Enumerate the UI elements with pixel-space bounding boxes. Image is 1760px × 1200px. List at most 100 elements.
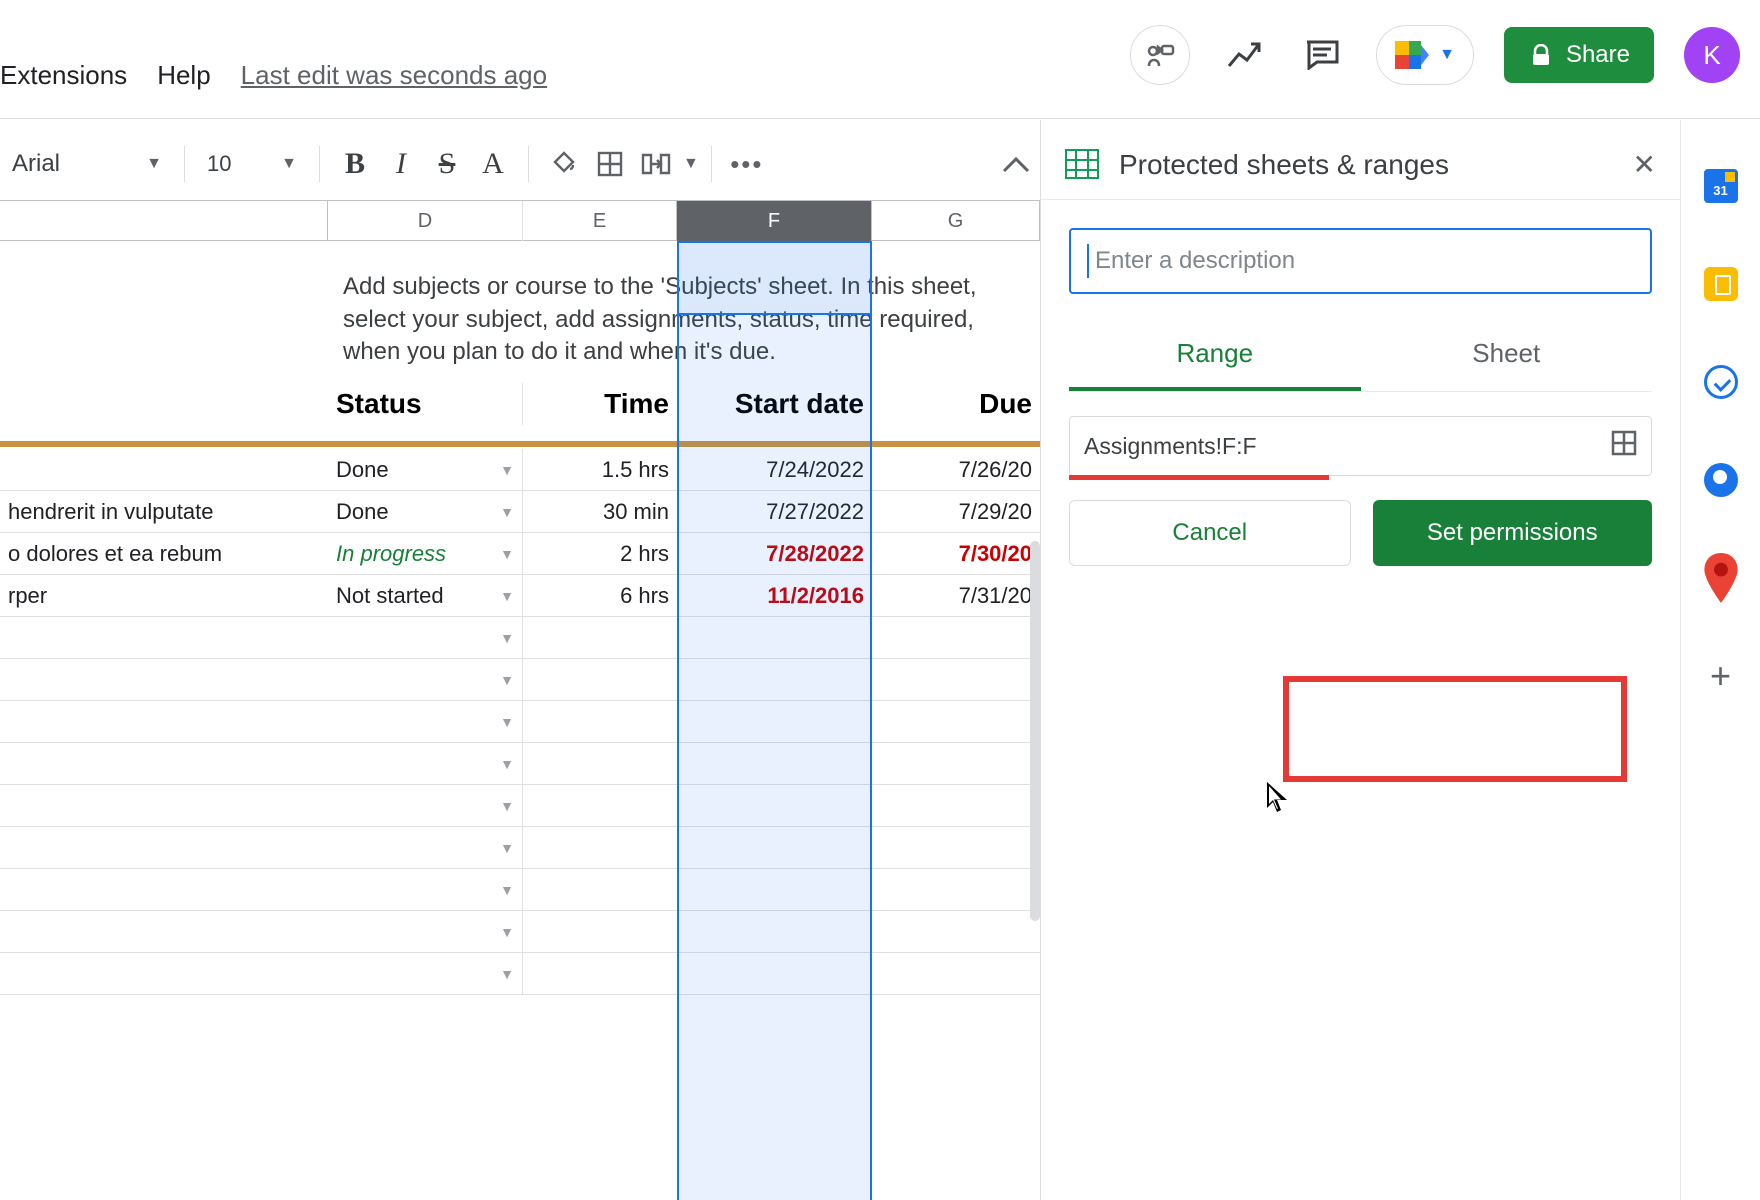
- keep-icon[interactable]: [1703, 266, 1739, 302]
- text-color-button[interactable]: A: [470, 141, 516, 187]
- column-header-blank[interactable]: [0, 201, 328, 241]
- font-size-selector[interactable]: 10 ▼: [197, 151, 307, 177]
- chevron-down-icon[interactable]: ▼: [683, 155, 699, 173]
- divider: [184, 146, 185, 182]
- contacts-icon[interactable]: [1703, 462, 1739, 498]
- share-label: Share: [1566, 41, 1630, 69]
- status-cell[interactable]: ▼: [328, 743, 523, 785]
- table-row: rper Not started▼ 6 hrs 11/2/2016 7/31/2…: [0, 575, 1040, 617]
- column-header-d[interactable]: D: [328, 201, 523, 241]
- comments-icon[interactable]: [1298, 31, 1346, 79]
- chevron-down-icon: ▼: [500, 798, 514, 814]
- set-permissions-button[interactable]: Set permissions: [1373, 500, 1653, 566]
- explore-icon[interactable]: [1220, 31, 1268, 79]
- meet-button[interactable]: ▼: [1376, 25, 1474, 85]
- table-row: ▼: [0, 701, 1040, 743]
- vertical-scrollbar[interactable]: [1030, 541, 1040, 921]
- share-button[interactable]: Share: [1504, 27, 1654, 83]
- subject-fragment: o dolores et ea rebum: [0, 533, 328, 575]
- chevron-down-icon: ▼: [500, 462, 514, 478]
- status-cell[interactable]: Done▼: [328, 491, 523, 533]
- account-avatar[interactable]: K: [1684, 27, 1740, 83]
- time-cell[interactable]: 2 hrs: [523, 533, 677, 575]
- range-value: Assignments!F:F: [1084, 433, 1257, 460]
- last-edit-link[interactable]: Last edit was seconds ago: [241, 60, 547, 91]
- column-header-f[interactable]: F: [677, 201, 872, 241]
- header-time: Time: [523, 383, 677, 425]
- status-cell[interactable]: ▼: [328, 911, 523, 953]
- divider: [711, 146, 712, 182]
- table-row: ▼: [0, 617, 1040, 659]
- status-cell[interactable]: ▼: [328, 953, 523, 995]
- bold-button[interactable]: B: [332, 141, 378, 187]
- status-cell[interactable]: ▼: [328, 701, 523, 743]
- status-cell[interactable]: Not started▼: [328, 575, 523, 617]
- column-header-g[interactable]: G: [872, 201, 1040, 241]
- status-cell[interactable]: ▼: [328, 827, 523, 869]
- table-row: ▼: [0, 785, 1040, 827]
- table-row: ▼: [0, 869, 1040, 911]
- panel-title: Protected sheets & ranges: [1119, 149, 1615, 181]
- due-cell[interactable]: 7/30/20: [872, 533, 1040, 575]
- font-family-selector[interactable]: Arial ▼: [2, 150, 172, 178]
- start-date-cell[interactable]: 7/24/2022: [677, 449, 872, 491]
- instructions-text: Add subjects or course to the 'Subjects'…: [343, 271, 1017, 368]
- collapse-toolbar-button[interactable]: [1002, 148, 1030, 180]
- chevron-down-icon: ▼: [500, 672, 514, 688]
- close-icon[interactable]: ✕: [1633, 148, 1656, 181]
- merge-cells-button[interactable]: [633, 141, 679, 187]
- start-date-cell[interactable]: 7/28/2022: [677, 533, 872, 575]
- more-tools-button[interactable]: •••: [724, 141, 770, 187]
- table-row: ▼: [0, 953, 1040, 995]
- calendar-icon[interactable]: 31: [1703, 168, 1739, 204]
- borders-button[interactable]: [587, 141, 633, 187]
- maps-icon[interactable]: [1703, 560, 1739, 596]
- due-cell[interactable]: 7/26/20: [872, 449, 1040, 491]
- description-input[interactable]: Enter a description: [1069, 228, 1652, 294]
- table-row: ▼: [0, 743, 1040, 785]
- status-cell[interactable]: ▼: [328, 869, 523, 911]
- select-range-icon[interactable]: [1611, 430, 1637, 462]
- chevron-down-icon: ▼: [500, 840, 514, 856]
- header-start-date: Start date: [677, 383, 872, 425]
- divider: [528, 146, 529, 182]
- status-cell[interactable]: Done▼: [328, 449, 523, 491]
- table-row: Done▼ 1.5 hrs 7/24/2022 7/26/20: [0, 449, 1040, 491]
- addons-icon[interactable]: +: [1703, 658, 1739, 694]
- chevron-down-icon: ▼: [1439, 46, 1455, 64]
- doc-history-icon[interactable]: [1130, 25, 1190, 85]
- status-cell[interactable]: ▼: [328, 617, 523, 659]
- menu-help[interactable]: Help: [157, 60, 210, 91]
- tab-range[interactable]: Range: [1069, 324, 1361, 391]
- column-headers: D E F G: [0, 201, 1040, 241]
- avatar-letter: K: [1703, 40, 1720, 71]
- due-cell[interactable]: 7/29/20: [872, 491, 1040, 533]
- time-cell[interactable]: 6 hrs: [523, 575, 677, 617]
- status-cell[interactable]: ▼: [328, 785, 523, 827]
- meet-icon: [1395, 41, 1429, 69]
- tab-sheet[interactable]: Sheet: [1361, 324, 1653, 391]
- font-size-value: 10: [207, 151, 231, 177]
- time-cell[interactable]: 1.5 hrs: [523, 449, 677, 491]
- time-cell[interactable]: 30 min: [523, 491, 677, 533]
- start-date-cell[interactable]: 11/2/2016: [677, 575, 872, 617]
- cancel-button[interactable]: Cancel: [1069, 500, 1351, 566]
- due-cell[interactable]: 7/31/20: [872, 575, 1040, 617]
- italic-button[interactable]: I: [378, 141, 424, 187]
- header-due: Due: [872, 383, 1040, 425]
- start-date-cell[interactable]: 7/27/2022: [677, 491, 872, 533]
- range-input[interactable]: Assignments!F:F: [1069, 416, 1652, 476]
- status-cell[interactable]: In progress▼: [328, 533, 523, 575]
- grid[interactable]: Add subjects or course to the 'Subjects'…: [0, 241, 1040, 439]
- menu-extensions[interactable]: Extensions: [0, 60, 127, 91]
- strikethrough-button[interactable]: S: [424, 141, 470, 187]
- tasks-icon[interactable]: [1703, 364, 1739, 400]
- chevron-down-icon: ▼: [281, 155, 297, 173]
- fill-color-button[interactable]: [541, 141, 587, 187]
- chevron-down-icon: ▼: [500, 966, 514, 982]
- chevron-down-icon: ▼: [500, 714, 514, 730]
- column-header-e[interactable]: E: [523, 201, 677, 241]
- divider: [0, 118, 1760, 119]
- lock-icon: [1528, 44, 1554, 66]
- status-cell[interactable]: ▼: [328, 659, 523, 701]
